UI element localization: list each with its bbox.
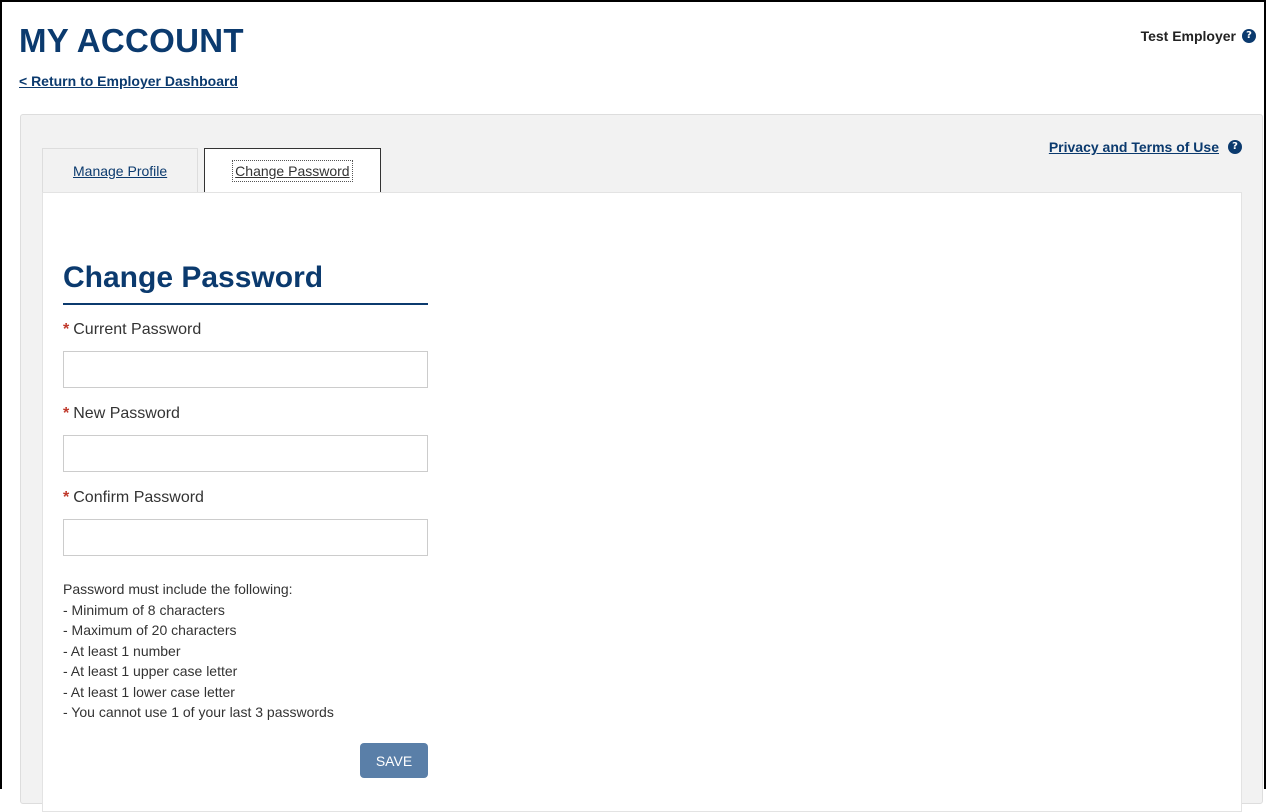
requirement-line: - Maximum of 20 characters bbox=[63, 622, 237, 638]
requirement-line: - At least 1 lower case letter bbox=[63, 683, 235, 700]
user-name: Test Employer bbox=[1140, 28, 1236, 44]
question-circle-icon[interactable]: ? bbox=[1228, 140, 1242, 154]
new-password-input[interactable] bbox=[63, 435, 428, 472]
requirement-line: - You cannot use 1 of your last 3 passwo… bbox=[63, 704, 334, 720]
section-title: Change Password bbox=[63, 261, 324, 294]
new-password-label: * New Password bbox=[63, 405, 180, 422]
user-menu[interactable]: Test Employer ? bbox=[1141, 28, 1256, 44]
requirement-line: - At least 1 upper case letter bbox=[63, 663, 238, 679]
privacy-area: Privacy and Terms of Use ? bbox=[1049, 139, 1242, 155]
current-password-input[interactable] bbox=[63, 351, 428, 388]
page-frame: MY ACCOUNT < Return to Employer Dashboar… bbox=[0, 0, 1266, 812]
tab-label: Manage Profile bbox=[73, 162, 168, 179]
current-password-label: * Current Password bbox=[63, 321, 202, 338]
return-to-dashboard-link[interactable]: < Return to Employer Dashboard bbox=[19, 73, 238, 89]
question-circle-icon[interactable]: ? bbox=[1242, 29, 1256, 43]
required-marker: * bbox=[63, 489, 70, 506]
confirm-password-label: * Confirm Password bbox=[63, 489, 204, 506]
account-tabs: Manage Profile Change Password bbox=[42, 148, 381, 193]
confirm-password-input[interactable] bbox=[63, 519, 428, 556]
privacy-terms-link[interactable]: Privacy and Terms of Use bbox=[1049, 139, 1219, 155]
change-password-pane: Change Password * Current Password * New P… bbox=[42, 192, 1242, 812]
required-marker: * bbox=[63, 321, 70, 338]
password-requirements: Password must include the following: - M… bbox=[63, 579, 334, 723]
save-button[interactable]: SAVE bbox=[360, 743, 428, 778]
requirement-line: - Minimum of 8 characters bbox=[63, 601, 225, 618]
tab-label: Change Password bbox=[232, 159, 353, 182]
requirement-line: - At least 1 number bbox=[63, 642, 181, 659]
tab-manage-profile[interactable]: Manage Profile bbox=[42, 148, 199, 192]
page-title: MY ACCOUNT bbox=[19, 22, 244, 59]
tab-change-password[interactable]: Change Password bbox=[204, 148, 381, 193]
required-marker: * bbox=[63, 405, 70, 422]
section-divider bbox=[63, 303, 428, 305]
account-panel: Privacy and Terms of Use ? Manage Profil… bbox=[20, 114, 1263, 812]
requirement-line: Password must include the following: bbox=[63, 581, 293, 597]
